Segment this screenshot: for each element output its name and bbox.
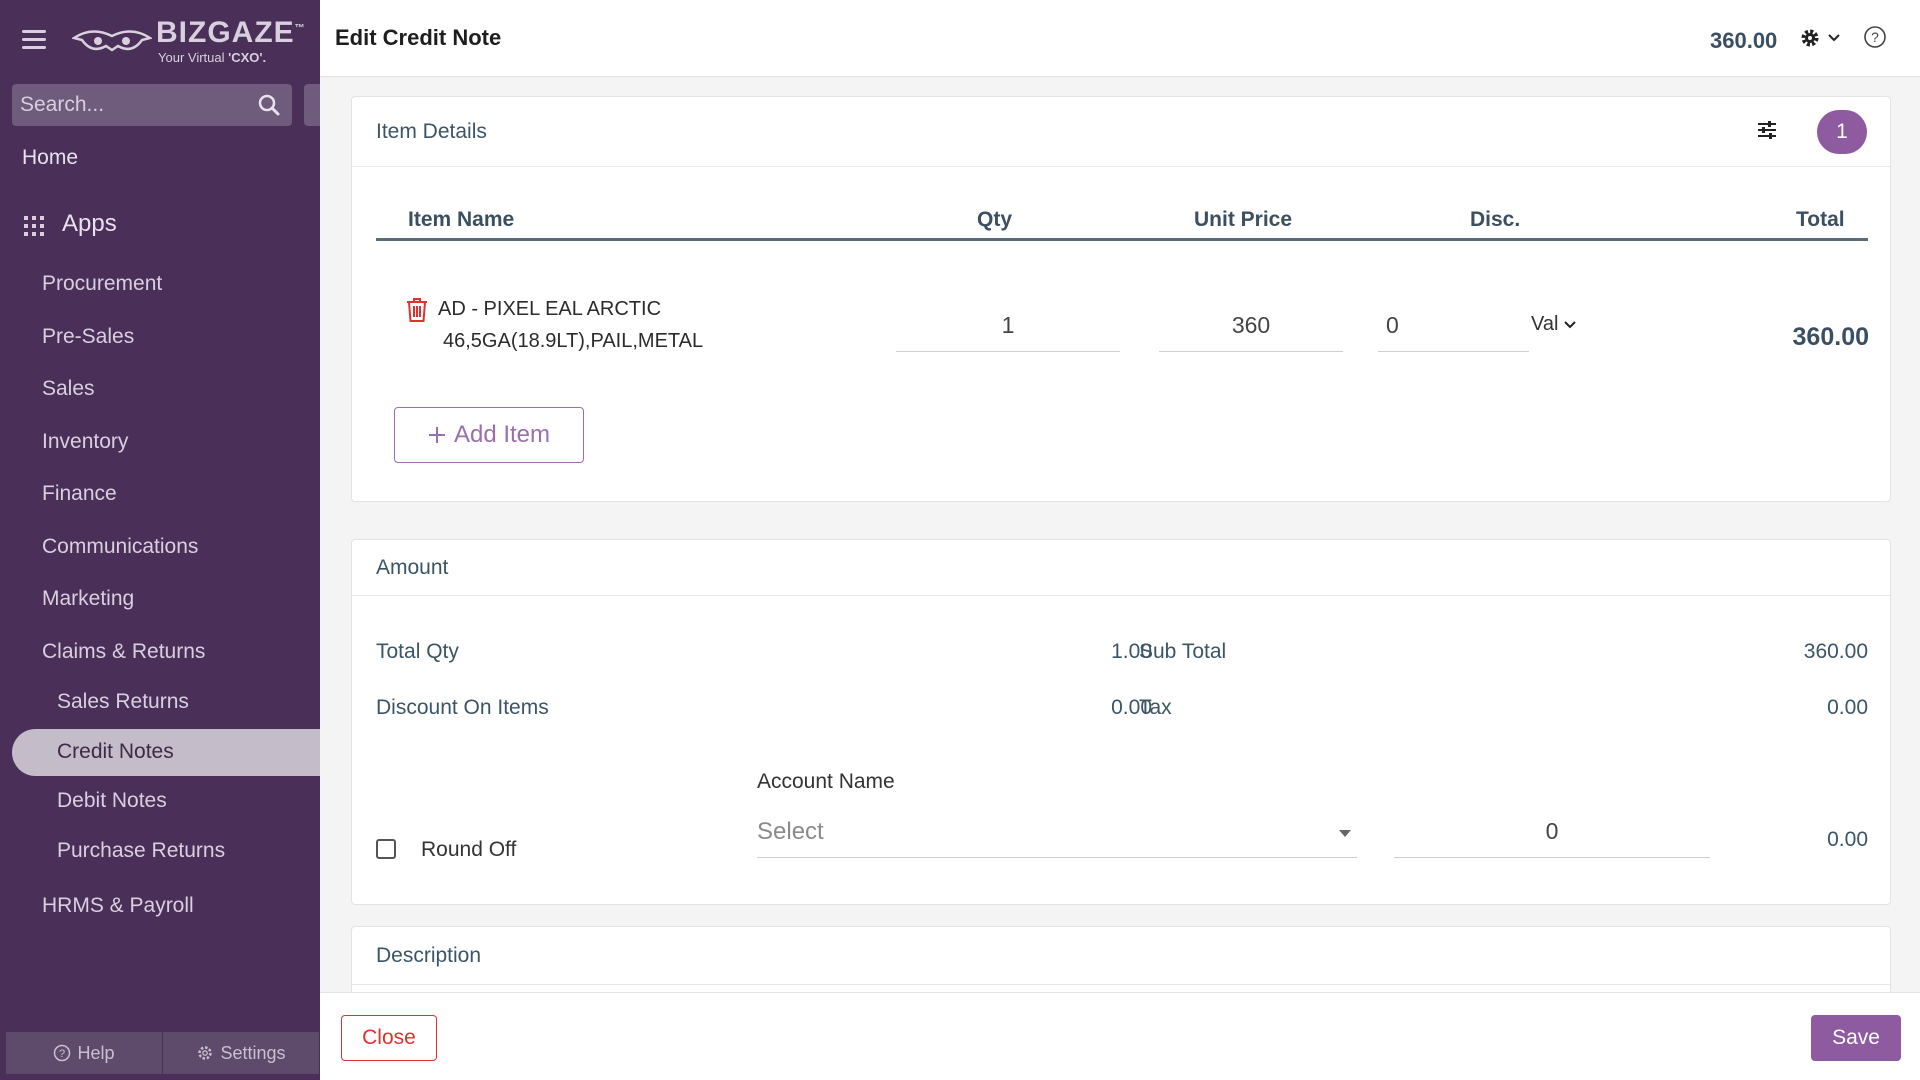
discount-type-value: Val <box>1531 313 1559 335</box>
column-header-total: Total <box>1796 208 1845 231</box>
sidebar-search <box>12 84 292 126</box>
help-button[interactable]: ? Help <box>6 1032 163 1074</box>
discount-on-items-label: Discount On Items <box>376 696 549 719</box>
trash-icon[interactable] <box>406 297 428 323</box>
svg-text:?: ? <box>1871 29 1879 45</box>
discount-input[interactable] <box>1378 300 1529 352</box>
gear-icon[interactable] <box>1800 28 1820 48</box>
sidebar-item-inventory[interactable]: Inventory <box>42 430 128 454</box>
amount-title: Amount <box>376 556 449 579</box>
caret-down-icon <box>1339 830 1351 837</box>
account-name-placeholder: Select <box>757 818 824 845</box>
sidebar-item-communications[interactable]: Communications <box>42 535 198 559</box>
discount-type-select[interactable]: Val <box>1531 313 1577 336</box>
sidebar-item-finance[interactable]: Finance <box>42 482 117 506</box>
filter-sliders-icon[interactable] <box>1756 119 1778 141</box>
sidebar-item-sales[interactable]: Sales <box>42 377 95 401</box>
bizgaze-logo[interactable]: BIZGAZE™ Your Virtual 'CXO'. <box>72 14 305 70</box>
chevron-down-icon[interactable] <box>1828 34 1840 42</box>
table-header-divider <box>376 238 1868 241</box>
search-side-button[interactable] <box>304 84 320 126</box>
total-qty-label: Total Qty <box>376 640 459 663</box>
tax-value: 0.00 <box>1827 696 1868 719</box>
column-header-qty: Qty <box>977 208 1013 231</box>
sub-total-value: 360.00 <box>1803 640 1868 663</box>
gear-icon <box>198 1046 213 1060</box>
total-qty-value: 1.00 <box>1111 640 1152 663</box>
sidebar-header: BIZGAZE™ Your Virtual 'CXO'. <box>0 0 320 80</box>
sidebar-item-purchase-returns[interactable]: Purchase Returns <box>57 839 225 863</box>
main-content: Edit Credit Note 360.00 ? Item Details 1… <box>320 0 1920 1080</box>
sidebar-item-hrms-payroll[interactable]: HRMS & Payroll <box>42 894 194 918</box>
sidebar-footer: ? Help Settings <box>6 1032 320 1074</box>
item-name-line-1: AD - PIXEL EAL ARCTIC <box>438 298 662 320</box>
round-off-checkbox[interactable] <box>376 839 396 859</box>
sidebar-item-credit-notes[interactable]: Credit Notes <box>12 729 320 776</box>
item-name: AD - PIXEL EAL ARCTIC 46,5GA(18.9LT),PAI… <box>438 293 703 357</box>
form-footer: Close Save <box>320 992 1920 1080</box>
unit-price-input[interactable] <box>1159 300 1343 352</box>
page-title: Edit Credit Note <box>335 25 502 50</box>
sidebar-item-procurement[interactable]: Procurement <box>42 272 162 296</box>
add-item-button[interactable]: Add Item <box>394 407 584 463</box>
add-item-label: Add Item <box>453 421 551 448</box>
column-header-unit-price: Unit Price <box>1194 208 1293 231</box>
round-off-input[interactable] <box>1394 806 1710 858</box>
apps-grid-icon <box>24 216 44 236</box>
column-header-disc: Disc. <box>1470 208 1521 231</box>
sub-total-label: Sub Total <box>1139 640 1227 663</box>
item-details-card: Item Details 1 Item Name Qty Unit Price … <box>351 96 1891 502</box>
item-details-header: Item Details 1 <box>352 97 1890 167</box>
sidebar-item-marketing[interactable]: Marketing <box>42 587 134 611</box>
apps-label: Apps <box>62 210 117 237</box>
sidebar-item-debit-notes[interactable]: Debit Notes <box>57 789 167 813</box>
amount-card: Amount Total Qty 1.00 Sub Total 360.00 D… <box>351 539 1891 905</box>
sidebar: BIZGAZE™ Your Virtual 'CXO'. Home Apps P… <box>0 0 320 1080</box>
menu-icon[interactable] <box>22 30 46 50</box>
sidebar-item-pre-sales[interactable]: Pre-Sales <box>42 325 134 349</box>
amount-header: Amount <box>352 540 1890 596</box>
help-label: Help <box>77 1042 115 1063</box>
description-header: Description <box>352 927 1890 985</box>
chevron-down-icon <box>1564 320 1577 328</box>
owl-logo-icon <box>72 30 152 52</box>
logo-trademark: ™ <box>294 23 306 34</box>
item-name-line-2: 46,5GA(18.9LT),PAIL,METAL <box>443 330 704 352</box>
sidebar-item-home[interactable]: Home <box>22 146 78 170</box>
round-off-amount: 0.00 <box>1827 828 1868 851</box>
row-total: 360.00 <box>1792 323 1869 351</box>
help-circle-icon: ? <box>54 1044 71 1062</box>
account-name-select[interactable]: Select <box>757 810 1357 858</box>
account-name-label: Account Name <box>757 770 895 793</box>
tax-label: Tax <box>1139 696 1172 719</box>
logo-name: BIZGAZE <box>156 16 295 49</box>
close-button[interactable]: Close <box>341 1015 437 1061</box>
qty-input[interactable] <box>896 300 1120 352</box>
sidebar-item-sales-returns[interactable]: Sales Returns <box>57 690 189 714</box>
search-icon[interactable] <box>258 94 280 116</box>
column-header-item-name: Item Name <box>408 208 515 231</box>
plus-icon <box>428 427 445 443</box>
description-title: Description <box>376 944 482 967</box>
sidebar-item-claims-returns[interactable]: Claims & Returns <box>42 640 205 664</box>
logo-tagline-bold: 'CXO'. <box>228 50 267 65</box>
svg-text:?: ? <box>59 1048 65 1060</box>
help-circle-icon[interactable]: ? <box>1863 25 1887 49</box>
item-count-badge[interactable]: 1 <box>1817 110 1867 154</box>
sidebar-item-credit-notes-label: Credit Notes <box>57 740 174 763</box>
settings-label: Settings <box>220 1042 286 1063</box>
save-button[interactable]: Save <box>1811 1015 1901 1061</box>
item-details-title: Item Details <box>376 120 487 143</box>
header-total: 360.00 <box>1710 28 1778 53</box>
discount-on-items-value: 0.00 <box>1111 696 1152 719</box>
settings-button[interactable]: Settings <box>163 1032 320 1074</box>
top-bar: Edit Credit Note 360.00 ? <box>320 0 1920 77</box>
round-off-label: Round Off <box>421 838 517 861</box>
search-input[interactable] <box>12 84 252 126</box>
logo-tagline: Your Virtual <box>158 50 229 65</box>
